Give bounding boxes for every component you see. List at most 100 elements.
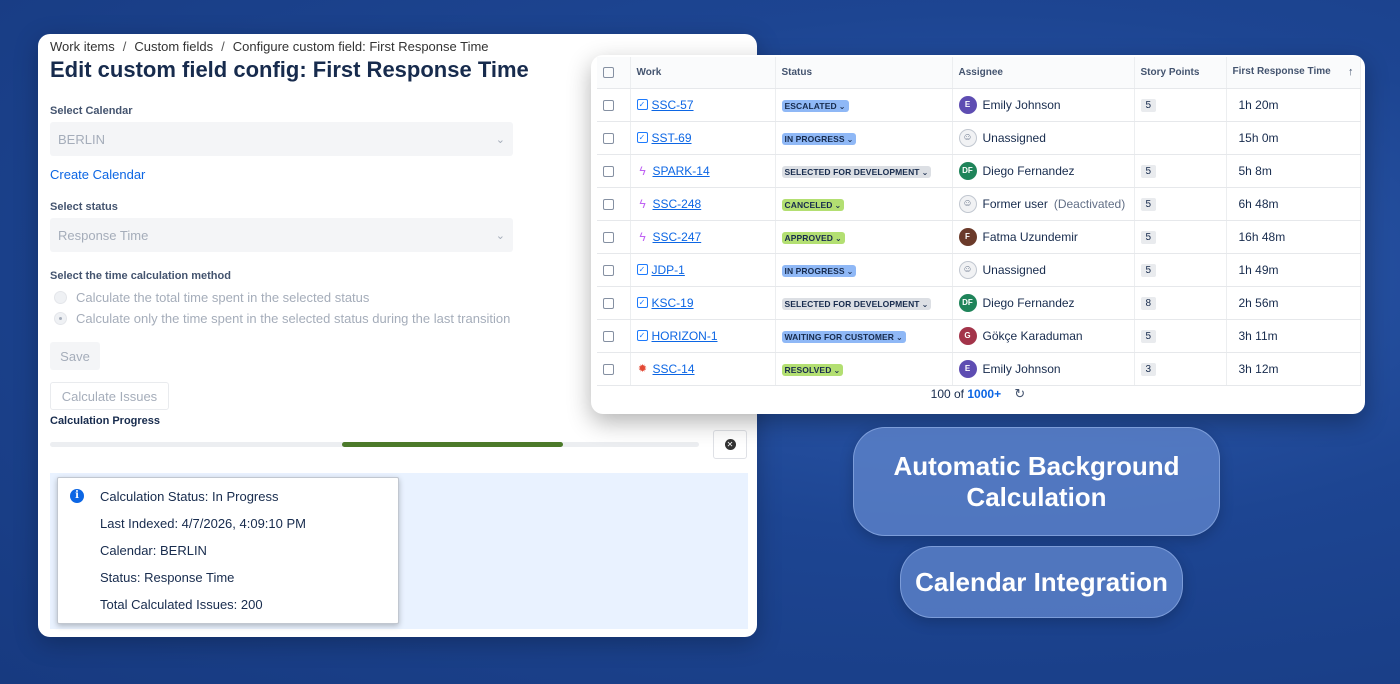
status-lozenge[interactable]: SELECTED FOR DEVELOPMENT ⌄ — [781, 297, 932, 310]
assignee-name: Fatma Uzundemir — [982, 229, 1078, 244]
refresh-icon[interactable]: ↻ — [1014, 386, 1025, 401]
table-row[interactable]: ✓ JDP-1 IN PROGRESS ⌄ ☺ Unassigned 5 1h 49m — [597, 253, 1361, 287]
row-checkbox[interactable] — [603, 132, 614, 144]
row-checkbox[interactable] — [603, 99, 614, 111]
assignee-cell[interactable]: DF Diego Fernandez — [952, 154, 1135, 188]
status-lozenge[interactable]: APPROVED ⌄ — [781, 231, 845, 244]
bug-icon: ✹ — [637, 363, 648, 375]
row-checkbox[interactable] — [603, 330, 614, 342]
method-option-last-transition[interactable]: Calculate only the time spent in the sel… — [54, 311, 510, 326]
story-points-cell[interactable]: 5 — [1134, 319, 1227, 353]
progress-label: Calculation Progress — [50, 415, 161, 427]
status-select[interactable]: Response Time ⌄ — [50, 218, 513, 252]
status-lozenge[interactable]: SELECTED FOR DEVELOPMENT ⌄ — [781, 165, 932, 178]
story-points-cell[interactable]: 5 — [1134, 220, 1227, 254]
row-checkbox[interactable] — [603, 198, 614, 210]
task-icon: ✓ — [636, 132, 648, 143]
story-points-cell[interactable]: 5 — [1134, 253, 1227, 287]
table-row[interactable]: ✓ HORIZON-1 WAITING FOR CUSTOMER ⌄ G Gökçe Ka… — [597, 319, 1361, 353]
work-cell: ✓ HORIZON-1 — [630, 319, 776, 353]
work-item-link[interactable]: SST-69 — [652, 131, 692, 145]
avatar: DF — [958, 161, 977, 180]
method-option-label: Calculate the total time spent in the se… — [76, 290, 370, 305]
breadcrumb-work-items[interactable]: Work items — [50, 39, 115, 54]
table-row[interactable]: ✹ SSC-14 RESOLVED ⌄ E Emily Johnson 3 3h 12m — [597, 352, 1361, 386]
story-points-cell[interactable] — [1134, 121, 1227, 155]
story-points-cell[interactable]: 3 — [1134, 352, 1227, 386]
status-text: WAITING FOR CUSTOMER — [784, 331, 895, 342]
chevron-down-icon: ⌄ — [495, 229, 505, 242]
assignee-name: Diego Fernandez — [982, 163, 1075, 178]
column-header-status[interactable]: Status — [775, 57, 953, 89]
calculate-issues-button[interactable]: Calculate Issues — [50, 382, 169, 410]
assignee-cell[interactable]: ☺ Former user (Deactivated) — [952, 187, 1135, 221]
assignee-cell[interactable]: ☺ Unassigned — [952, 253, 1135, 287]
status-lozenge[interactable]: ESCALATED ⌄ — [781, 99, 849, 112]
status-text: CANCELED — [784, 199, 833, 210]
create-calendar-link[interactable]: Create Calendar — [50, 167, 145, 182]
work-item-link[interactable]: SSC-57 — [652, 98, 694, 112]
first-response-time-cell: 1h 49m — [1226, 253, 1361, 287]
story-points-cell[interactable]: 8 — [1134, 286, 1227, 320]
work-item-link[interactable]: HORIZON-1 — [652, 329, 718, 343]
story-points-cell[interactable]: 5 — [1134, 187, 1227, 221]
status-lozenge[interactable]: IN PROGRESS ⌄ — [781, 132, 857, 145]
table-row[interactable]: ✓ KSC-19 SELECTED FOR DEVELOPMENT ⌄ DF Diego … — [597, 286, 1361, 320]
row-select-cell — [597, 253, 631, 287]
table-row[interactable]: ϟ SPARK-14 SELECTED FOR DEVELOPMENT ⌄ DF Dieg… — [597, 154, 1361, 188]
status-lozenge[interactable]: IN PROGRESS ⌄ — [781, 264, 857, 277]
epic-icon: ϟ — [639, 196, 646, 211]
row-checkbox[interactable] — [603, 264, 614, 276]
column-header-first-response-time[interactable]: First Response Time ↑ — [1226, 57, 1361, 89]
sort-ascending-icon[interactable]: ↑ — [1348, 66, 1354, 78]
work-item-link[interactable]: JDP-1 — [652, 263, 685, 277]
status-lozenge[interactable]: RESOLVED ⌄ — [781, 363, 844, 376]
first-response-time-cell: 5h 8m — [1226, 154, 1361, 188]
column-header-story-points[interactable]: Story Points — [1134, 57, 1227, 89]
assignee-cell[interactable]: E Emily Johnson — [952, 88, 1135, 122]
progress-bar — [50, 442, 699, 447]
table-row[interactable]: ✓ SST-69 IN PROGRESS ⌄ ☺ Unassigned 15h 0m — [597, 121, 1361, 155]
save-button[interactable]: Save — [50, 342, 100, 370]
work-cell: ✓ SST-69 — [630, 121, 776, 155]
task-icon: ✓ — [636, 264, 648, 275]
row-checkbox[interactable] — [603, 297, 614, 309]
assignee-cell[interactable]: ☺ Unassigned — [952, 121, 1135, 155]
status-cell: RESOLVED ⌄ — [775, 352, 953, 386]
cancel-calculation-button[interactable]: ✕ — [713, 430, 747, 459]
radio-button-selected[interactable] — [54, 312, 67, 325]
work-item-link[interactable]: SPARK-14 — [653, 164, 710, 178]
assignee-cell[interactable]: DF Diego Fernandez — [952, 286, 1135, 320]
work-item-link[interactable]: SSC-14 — [653, 362, 695, 376]
story-points-cell[interactable]: 5 — [1134, 154, 1227, 188]
status-text: RESOLVED — [784, 364, 832, 375]
chevron-down-icon: ⌄ — [838, 101, 846, 111]
story-points-cell[interactable]: 5 — [1134, 88, 1227, 122]
status-lozenge[interactable]: WAITING FOR CUSTOMER ⌄ — [781, 330, 906, 343]
table-row[interactable]: ϟ SSC-247 APPROVED ⌄ F Fatma Uzundemir 5 16h 48… — [597, 220, 1361, 254]
assignee-name: Gökçe Karaduman — [982, 328, 1083, 343]
radio-button[interactable] — [54, 291, 67, 304]
assignee-cell[interactable]: G Gökçe Karaduman — [952, 319, 1135, 353]
assignee-cell[interactable]: F Fatma Uzundemir — [952, 220, 1135, 254]
breadcrumb-separator: / — [221, 39, 225, 54]
work-item-link[interactable]: KSC-19 — [652, 296, 694, 310]
method-option-total[interactable]: Calculate the total time spent in the se… — [54, 290, 369, 305]
chevron-down-icon: ⌄ — [495, 133, 505, 146]
row-checkbox[interactable] — [603, 165, 614, 177]
work-item-link[interactable]: SSC-248 — [653, 197, 702, 211]
assignee-cell[interactable]: E Emily Johnson — [952, 352, 1135, 386]
row-checkbox[interactable] — [603, 363, 614, 375]
pagination-total-link[interactable]: 1000+ — [967, 387, 1001, 401]
row-checkbox[interactable] — [603, 231, 614, 243]
calendar-select[interactable]: BERLIN ⌄ — [50, 122, 513, 156]
table-row[interactable]: ✓ SSC-57 ESCALATED ⌄ E Emily Johnson 5 1h 20m — [597, 88, 1361, 122]
column-header-assignee[interactable]: Assignee — [952, 57, 1135, 89]
column-header-work[interactable]: Work — [630, 57, 776, 89]
epic-icon: ϟ — [639, 163, 646, 178]
work-item-link[interactable]: SSC-247 — [653, 230, 702, 244]
status-lozenge[interactable]: CANCELED ⌄ — [781, 198, 845, 211]
table-row[interactable]: ϟ SSC-248 CANCELED ⌄ ☺ Former user (Deactivate… — [597, 187, 1361, 221]
select-all-checkbox[interactable] — [603, 66, 614, 78]
breadcrumb-custom-fields[interactable]: Custom fields — [134, 39, 213, 54]
